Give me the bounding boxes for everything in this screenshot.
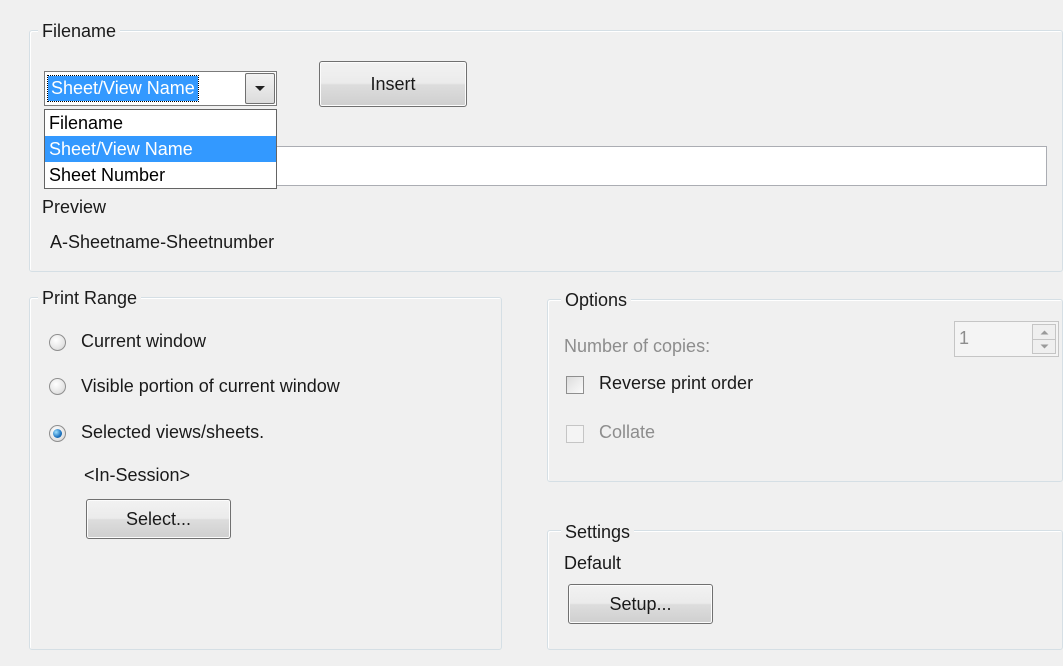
dropdown-option-sheet-view-name[interactable]: Sheet/View Name xyxy=(45,136,276,162)
collate-label[interactable]: Collate xyxy=(599,422,655,443)
radio-selected-views[interactable] xyxy=(49,425,66,442)
radio-selected-views-label[interactable]: Selected views/sheets. xyxy=(81,422,264,443)
chevron-down-icon xyxy=(255,85,265,91)
radio-current-window[interactable] xyxy=(49,334,66,351)
combo-selected-value: Sheet/View Name xyxy=(47,75,199,102)
insert-button[interactable]: Insert xyxy=(319,61,467,107)
settings-title: Settings xyxy=(561,522,635,542)
session-label: <In-Session> xyxy=(84,465,191,485)
preview-label: Preview xyxy=(42,197,107,217)
settings-value: Default xyxy=(564,553,622,573)
reverse-order-checkbox[interactable] xyxy=(566,376,584,394)
dropdown-option-sheet-number[interactable]: Sheet Number xyxy=(45,162,276,188)
combo-dropdown-list: Filename Sheet/View Name Sheet Number xyxy=(44,109,277,189)
combo-dropdown-button[interactable] xyxy=(245,73,275,104)
preview-value: A-Sheetname-Sheetnumber xyxy=(50,232,275,252)
radio-current-window-label[interactable]: Current window xyxy=(81,331,206,352)
setup-button[interactable]: Setup... xyxy=(568,584,713,624)
spin-down-button[interactable] xyxy=(1033,339,1055,353)
reverse-order-label[interactable]: Reverse print order xyxy=(599,373,753,394)
copies-label: Number of copies: xyxy=(564,336,711,356)
filename-field-combo[interactable]: Sheet/View Name xyxy=(44,71,277,106)
spin-up-button[interactable] xyxy=(1033,325,1055,339)
collate-checkbox[interactable] xyxy=(566,425,584,443)
copies-value: 1 xyxy=(959,328,970,348)
radio-visible-portion[interactable] xyxy=(49,378,66,395)
copies-spinner[interactable]: 1 xyxy=(954,321,1059,357)
select-button[interactable]: Select... xyxy=(86,499,231,539)
print-range-title: Print Range xyxy=(38,288,142,308)
radio-visible-portion-label[interactable]: Visible portion of current window xyxy=(81,376,340,397)
arrow-up-icon xyxy=(1040,330,1048,334)
spin-buttons xyxy=(1032,324,1056,354)
options-title: Options xyxy=(561,290,632,310)
filename-group-title: Filename xyxy=(38,21,121,41)
dropdown-option-filename[interactable]: Filename xyxy=(45,110,276,136)
arrow-down-icon xyxy=(1040,344,1048,349)
